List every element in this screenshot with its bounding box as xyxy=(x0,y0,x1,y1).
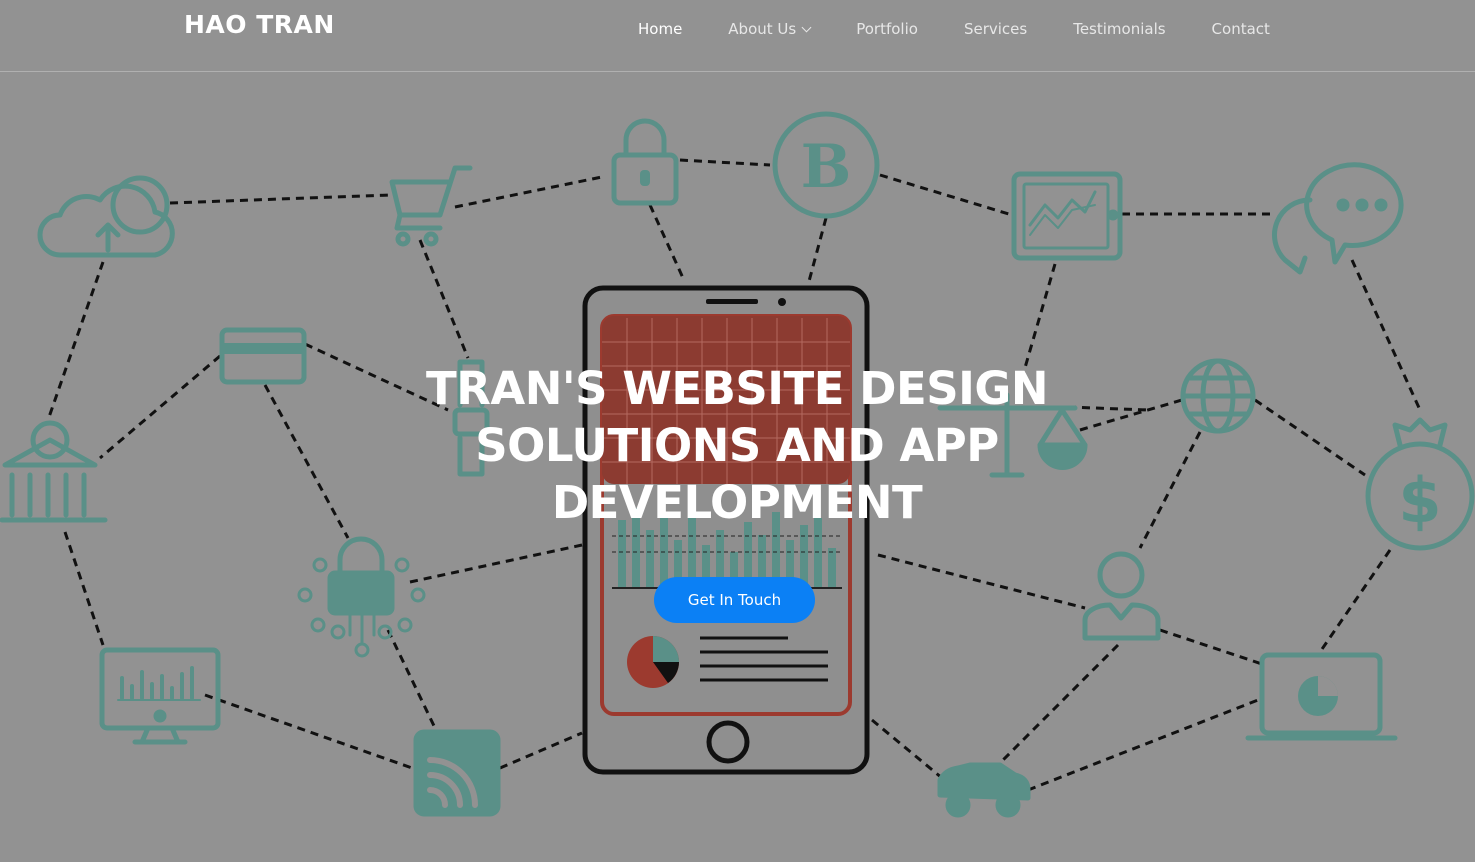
nav-contact[interactable]: Contact xyxy=(1189,19,1293,39)
nav-about-us-label: About Us xyxy=(728,20,797,38)
chat-bubbles-icon xyxy=(1272,162,1404,275)
chevron-down-icon xyxy=(801,22,812,32)
credit-card-icon xyxy=(219,327,307,385)
brand-logo[interactable]: HAO TRAN xyxy=(184,10,335,39)
laptop-chart-icon xyxy=(1245,652,1398,741)
get-in-touch-button[interactable]: Get In Touch xyxy=(654,577,815,623)
monitor-chart-icon xyxy=(99,647,221,745)
bitcoin-icon: B xyxy=(772,111,880,219)
main-nav: Home About Us Portfolio Services Testimo… xyxy=(615,19,1293,39)
nav-about-us[interactable]: About Us xyxy=(705,19,833,39)
hero-title: TRAN'S WEBSITE DESIGN SOLUTIONS AND APP … xyxy=(426,362,1048,529)
svg-text:B: B xyxy=(801,132,852,202)
nav-portfolio[interactable]: Portfolio xyxy=(833,19,941,39)
nav-services[interactable]: Services xyxy=(941,19,1050,39)
svg-text:$: $ xyxy=(1398,464,1441,537)
tablet-chart-icon xyxy=(1011,171,1123,261)
nav-home[interactable]: Home xyxy=(615,19,705,39)
top-navbar: HAO TRAN Home About Us Portfolio Service… xyxy=(0,0,1475,72)
car-icon xyxy=(937,762,1031,818)
nav-testimonials[interactable]: Testimonials xyxy=(1050,19,1188,39)
rss-icon xyxy=(413,729,501,817)
globe-icon xyxy=(1180,358,1256,434)
circuit-lock-icon xyxy=(297,536,426,658)
cloud-upload-icon xyxy=(37,175,175,258)
user-icon xyxy=(1082,551,1161,641)
money-bag-icon: $ xyxy=(1365,417,1475,551)
padlock-icon xyxy=(611,118,679,206)
bank-icon xyxy=(0,420,108,523)
